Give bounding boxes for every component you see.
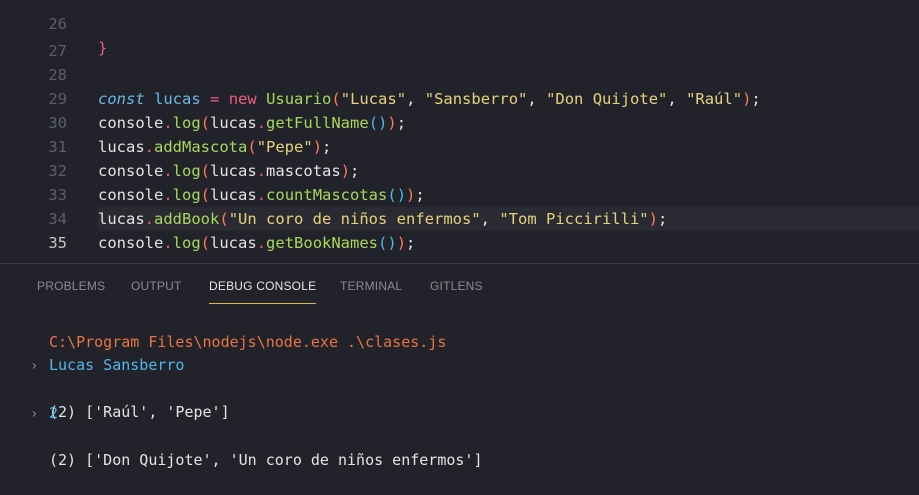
tab-output[interactable]: OUTPUT [131,277,182,303]
line-number: 35 [48,234,67,252]
code-line-26[interactable]: 26 } [0,0,919,57]
console-line: C:\Program Files\nodejs\node.exe .\clase… [0,308,919,351]
console-line[interactable]: › (2) ['Raúl', 'Pepe'] [0,355,919,421]
code-line-31[interactable]: 31 console.log(lucas.mascotas); [0,111,919,180]
code-line-29[interactable]: 29 console.log(lucas.getFullName()); [0,63,919,132]
code-line-34[interactable]: 34 console.log(lucas.getBookNames()); [0,183,919,252]
tab-problems[interactable]: PROBLEMS [37,277,105,303]
code-line-30[interactable]: 30 lucas.addMascota("Pepe"); [0,87,919,156]
panel-tabs: PROBLEMS OUTPUT DEBUG CONSOLE TERMINAL G… [0,277,919,304]
code-line-33[interactable]: 33 lucas.addBook("Un coro de niños enfer… [0,159,919,228]
console-line: Lucas Sansberro [0,331,919,374]
console-line: 2 [0,379,919,422]
chevron-right-icon[interactable]: › [30,403,38,426]
console-text: (2) ['Don Quijote', 'Un coro de niños en… [49,451,483,469]
console-line[interactable]: › (2) ['Don Quijote', 'Un coro de niños … [0,403,919,469]
code-line-35[interactable]: 35 [0,207,919,252]
bottom-panel: PROBLEMS OUTPUT DEBUG CONSOLE TERMINAL G… [0,264,919,469]
tab-debug-console[interactable]: DEBUG CONSOLE [209,277,317,304]
chevron-right-icon[interactable]: › [30,355,38,378]
tab-terminal[interactable]: TERMINAL [340,277,402,303]
code-line-32[interactable]: 32 console.log(lucas.countMascotas()); [0,135,919,204]
code-editor[interactable]: 26 } 27 28 const lucas = new Usuario("Lu… [0,0,919,263]
tab-gitlens[interactable]: GITLENS [430,277,483,303]
code-line-28[interactable]: 28 const lucas = new Usuario("Lucas", "S… [0,39,919,108]
code-line-27[interactable]: 27 [0,15,919,60]
